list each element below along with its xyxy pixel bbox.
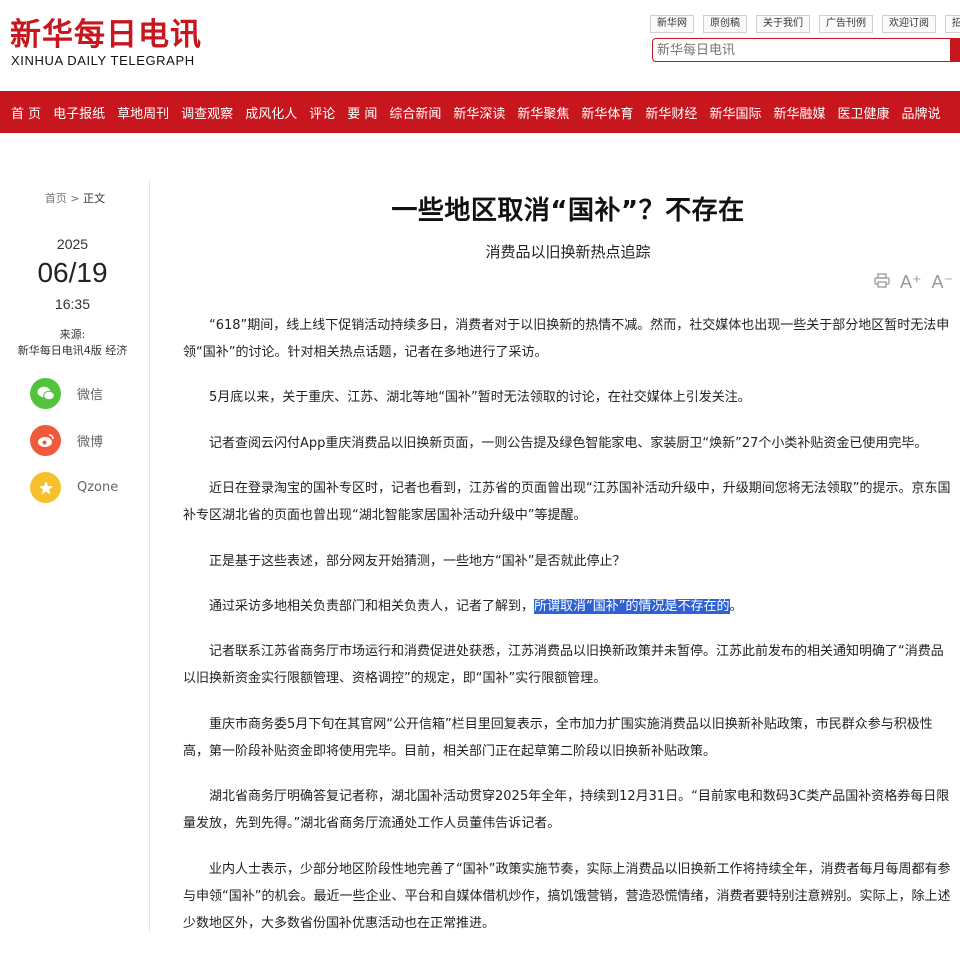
top-link-jobs[interactable]: 招聘 <box>945 15 960 33</box>
breadcrumb-current: 正文 <box>83 192 106 205</box>
article-subtitle: 消费品以旧换新热点追踪 <box>485 243 651 261</box>
font-decrease-button[interactable]: A⁻ <box>932 272 954 293</box>
paragraph-1: “618”期间，线上线下促销活动持续多日，消费者对于以旧换新的热情不减。然而，社… <box>183 318 950 360</box>
share-weibo-label: 微博 <box>77 435 104 450</box>
share-qzone-label: Qzone <box>77 480 119 495</box>
wechat-icon <box>30 378 61 409</box>
source-value: 新华每日电讯4版 经济 <box>17 344 128 357</box>
nav-item-culture[interactable]: 成风化人 <box>239 103 303 122</box>
nav-item-media[interactable]: 新华融媒 <box>767 103 831 122</box>
nav-item-focus[interactable]: 新华聚焦 <box>511 103 575 122</box>
paragraph-6: 通过采访多地相关负责部门和相关负责人，记者了解到，所谓取消“国补”的情况是不存在… <box>183 593 953 620</box>
breadcrumb-home[interactable]: 首页 <box>45 192 67 205</box>
share-weibo[interactable]: 微博 <box>30 425 103 456</box>
paragraph-3: 记者查阅云闪付App重庆消费品以旧换新页面，一则公告提及绿色智能家电、家装厨卫“… <box>209 435 928 451</box>
site-logo-english: XINHUA DAILY TELEGRAPH <box>11 53 195 68</box>
paragraph-5: 正是基于这些表述，部分网友开始猜测，一些地方“国补”是否就此停止？ <box>209 553 626 569</box>
nav-item-epaper[interactable]: 电子报纸 <box>47 103 111 122</box>
top-link-ads[interactable]: 广告刊例 <box>819 15 873 33</box>
nav-item-brand[interactable]: 品牌说 <box>895 103 946 122</box>
publish-date: 06/19 <box>37 257 108 288</box>
selected-text-highlight[interactable]: 所谓取消“国补”的情况是不存在的 <box>534 598 730 614</box>
nav-item-investigation[interactable]: 调查观察 <box>175 103 239 122</box>
print-icon[interactable] <box>874 272 890 293</box>
article-tools: A⁺ A⁻ <box>874 272 953 293</box>
main-nav: 首 页 电子报纸 草地周刊 调查观察 成风化人 评论 要 闻 综合新闻 新华深读… <box>0 91 960 133</box>
publish-time: 16:35 <box>54 296 91 312</box>
top-link-xinhuanet[interactable]: 新华网 <box>650 15 694 33</box>
qzone-icon <box>30 472 61 503</box>
breadcrumb-separator: > <box>70 192 80 205</box>
article-body: “618”期间，线上线下促销活动持续多日，消费者对于以旧换新的热情不减。然而，社… <box>183 312 953 955</box>
paragraph-2: 5月底以来，关于重庆、江苏、湖北等地“国补”暂时无法领取的讨论，在社交媒体上引发… <box>209 390 751 406</box>
site-logo[interactable]: 新华每日电讯 <box>10 18 202 52</box>
share-qzone[interactable]: Qzone <box>30 472 118 503</box>
article-title: 一些地区取消“国补”？不存在 <box>391 196 745 226</box>
font-increase-button[interactable]: A⁺ <box>900 272 922 293</box>
publish-year: 2025 <box>56 236 89 252</box>
sidebar-divider <box>149 180 150 932</box>
share-wechat-label: 微信 <box>77 388 104 403</box>
share-wechat[interactable]: 微信 <box>30 378 103 409</box>
breadcrumb: 首页 > 正文 <box>0 190 150 206</box>
top-link-about[interactable]: 关于我们 <box>756 15 810 33</box>
top-link-original[interactable]: 原创稿 <box>703 15 747 33</box>
search-box <box>652 38 960 62</box>
top-links: 新华网 原创稿 关于我们 广告刊例 欢迎订阅 招聘 <box>650 15 960 33</box>
paragraph-8: 重庆市商务委5月下旬在其官网“公开信箱”栏目里回复表示，全市加力扩围实施消费品以… <box>183 716 933 759</box>
paragraph-9: 湖北省商务厅明确答复记者称，湖北国补活动贯穿2025年全年，持续到12月31日。… <box>183 789 950 832</box>
nav-item-general-news[interactable]: 综合新闻 <box>383 103 447 122</box>
paragraph-4: 近日在登录淘宝的国补专区时，记者也看到，江苏省的页面曾出现“江苏国补活动升级中，… <box>183 481 951 524</box>
nav-item-headlines[interactable]: 要 闻 <box>341 103 383 122</box>
search-input[interactable] <box>653 39 951 61</box>
paragraph-6-end: 。 <box>729 598 743 614</box>
source-label: 来源: <box>59 328 86 341</box>
nav-item-home[interactable]: 首 页 <box>0 103 47 122</box>
weibo-icon <box>30 425 61 456</box>
nav-item-finance[interactable]: 新华财经 <box>639 103 703 122</box>
nav-item-commentary[interactable]: 评论 <box>303 103 341 122</box>
nav-item-international[interactable]: 新华国际 <box>703 103 767 122</box>
nav-item-indepth[interactable]: 新华深读 <box>447 103 511 122</box>
search-button[interactable] <box>950 39 960 61</box>
nav-item-health[interactable]: 医卫健康 <box>831 103 895 122</box>
nav-item-grassland[interactable]: 草地周刊 <box>111 103 175 122</box>
paragraph-6-lead: 通过采访多地相关负责部门和相关负责人，记者了解到， <box>209 598 535 614</box>
paragraph-7: 记者联系江苏省商务厅市场运行和消费促进处获悉，江苏消费品以旧换新政策并未暂停。江… <box>183 644 944 687</box>
paragraph-10: 业内人士表示，少部分地区阶段性地完善了“国补”政策实施节奏，实际上消费品以旧换新… <box>183 861 951 931</box>
top-link-subscribe[interactable]: 欢迎订阅 <box>882 15 936 33</box>
nav-item-sports[interactable]: 新华体育 <box>575 103 639 122</box>
